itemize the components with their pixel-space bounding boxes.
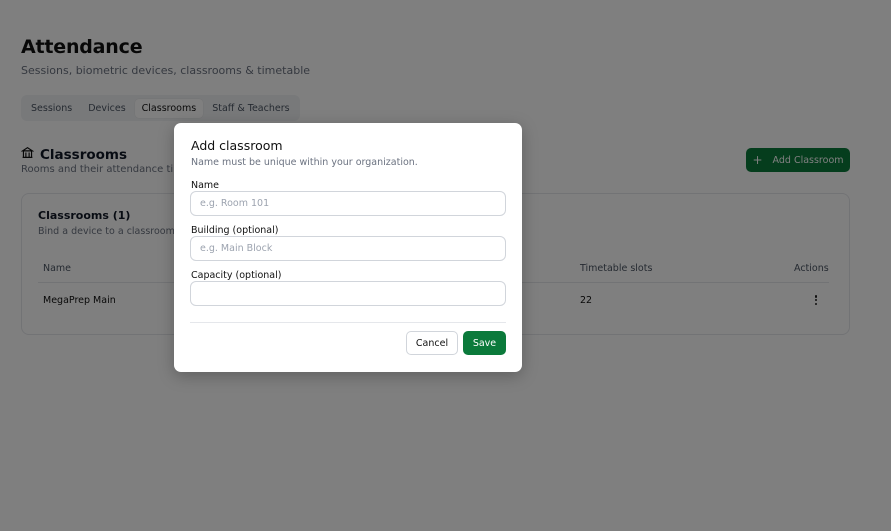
save-button[interactable]: Save <box>463 331 506 355</box>
dialog-divider <box>190 322 506 323</box>
building-label: Building (optional) <box>191 225 279 236</box>
building-input[interactable] <box>190 236 506 261</box>
capacity-input[interactable] <box>190 281 506 306</box>
name-label: Name <box>191 180 220 191</box>
cancel-button[interactable]: Cancel <box>406 331 458 355</box>
capacity-label: Capacity (optional) <box>191 270 282 281</box>
dialog-subtitle: Name must be unique within your organiza… <box>191 157 418 168</box>
add-classroom-dialog: Add classroom Name must be unique within… <box>174 123 522 372</box>
dialog-title: Add classroom <box>191 138 283 153</box>
name-input[interactable] <box>190 191 506 216</box>
